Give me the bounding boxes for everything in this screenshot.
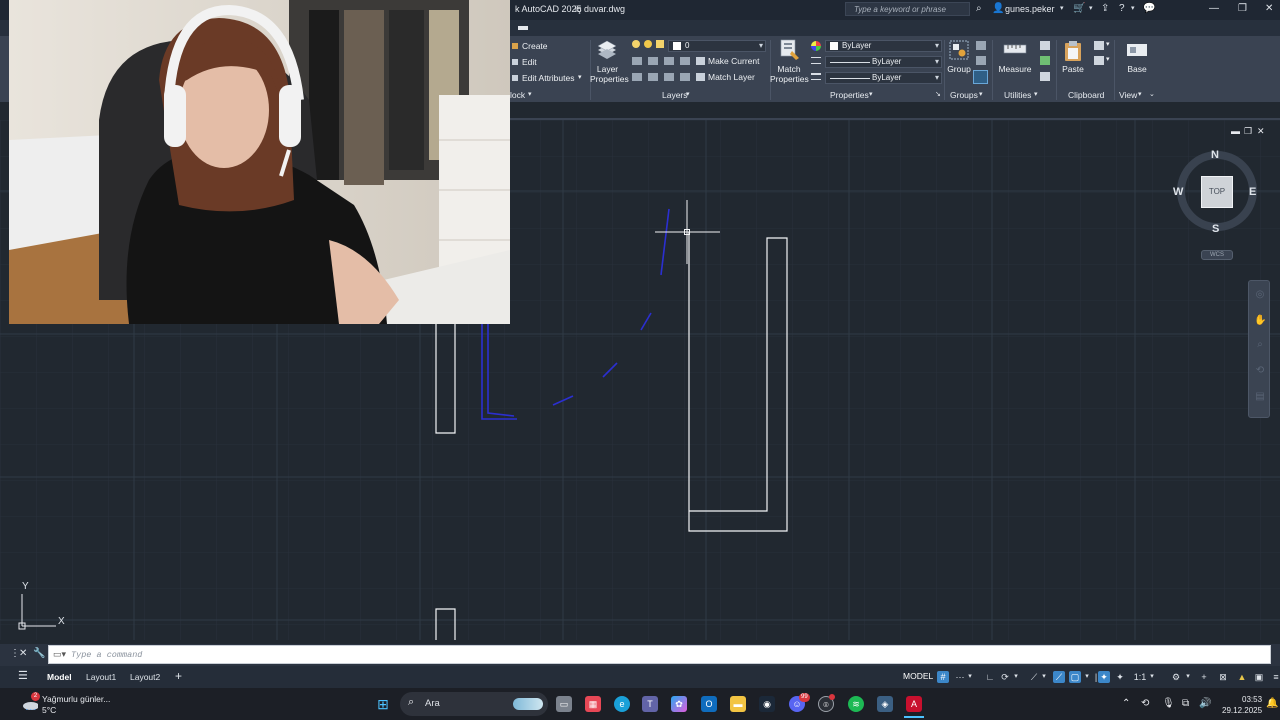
grid-toggle-icon[interactable]: # xyxy=(937,671,949,683)
command-input[interactable]: ▭▾ Type a command xyxy=(48,645,1271,664)
ucs-y-label: Y xyxy=(22,581,29,592)
webcam-feed-image xyxy=(9,0,510,324)
model-space-toggle[interactable]: MODEL xyxy=(903,671,933,681)
teams-icon[interactable]: T xyxy=(642,696,658,712)
add-icon[interactable]: + xyxy=(1198,671,1210,683)
weather-alert-badge: 2 xyxy=(31,692,40,701)
windows-taskbar xyxy=(0,688,1280,720)
settings-gear-icon[interactable]: ⚙ xyxy=(1170,671,1182,683)
viewport-minimize-icon[interactable]: ▬ xyxy=(1231,126,1240,136)
autocad-window: k AutoCAD 2025 iç duvar.dwg ▸ Type a key… xyxy=(0,0,1280,720)
discord-badge: 99 xyxy=(799,693,810,702)
customize-wrench-icon[interactable]: 🔧 xyxy=(33,648,45,659)
tab-layout1[interactable]: Layout1 xyxy=(86,672,116,682)
polar-icon[interactable]: ⟳ xyxy=(999,671,1011,683)
chevron-down-icon[interactable]: ▾ xyxy=(1040,671,1048,683)
search-icon: ⌕ xyxy=(408,696,415,708)
customization-icon[interactable]: ≡ xyxy=(1270,671,1280,683)
store-icon[interactable]: ▦ xyxy=(585,696,601,712)
compass-east[interactable]: E xyxy=(1249,186,1256,198)
compass-south[interactable]: S xyxy=(1212,223,1219,235)
scale-value[interactable]: 1:1 xyxy=(1131,671,1149,683)
annotation-scale-icon[interactable]: ✦ xyxy=(1098,671,1110,683)
viewport-close-icon[interactable]: ✕ xyxy=(1257,126,1265,137)
weather-widget[interactable]: Yağmurlu günler... 5°C xyxy=(42,694,110,716)
showmotion-icon[interactable]: ▤ xyxy=(1254,391,1266,403)
command-prompt-icon[interactable]: ▭▾ xyxy=(53,649,66,660)
clock-time: 03:53 xyxy=(1242,695,1263,704)
ortho-icon[interactable]: ∟ xyxy=(984,671,996,683)
show-hidden-icons[interactable]: ⌃ xyxy=(1122,698,1130,709)
taskbar-search-label: Ara xyxy=(425,698,440,709)
steering-wheel-icon[interactable]: ◎ xyxy=(1254,289,1266,301)
autocad-taskbar-icon[interactable]: A xyxy=(906,696,922,712)
orbit-icon[interactable]: ⟲ xyxy=(1254,365,1266,377)
volume-icon[interactable]: 🔊 xyxy=(1199,698,1211,709)
compass-north[interactable]: N xyxy=(1211,149,1219,161)
viewport-restore-icon[interactable]: ❐ xyxy=(1244,126,1252,137)
object-snap-icon[interactable]: ▢ xyxy=(1069,671,1081,683)
sync-icon[interactable]: ⟲ xyxy=(1141,698,1149,709)
network-icon[interactable]: ⧉ xyxy=(1182,698,1189,709)
compass-west[interactable]: W xyxy=(1173,186,1183,198)
chevron-down-icon[interactable]: ▾ xyxy=(1184,671,1192,683)
taskbar-clock[interactable]: 03:53 29.12.2025 xyxy=(1222,694,1262,716)
notification-dot xyxy=(829,694,835,700)
microphone-icon[interactable]: 🎙 xyxy=(1162,698,1175,709)
navigation-bar: ◎ ✋ ⌕ ⟲ ▤ xyxy=(1248,280,1270,418)
task-view-icon[interactable]: ▭ xyxy=(556,696,572,712)
zoom-icon[interactable]: ⌕ xyxy=(1254,339,1266,351)
edge-icon[interactable]: e xyxy=(614,696,630,712)
weather-temp: 5°C xyxy=(42,705,57,715)
isolate-objects-icon[interactable]: ⊠ xyxy=(1217,671,1229,683)
object-snap-tracking-icon[interactable]: ⟋ xyxy=(1053,671,1065,683)
hardware-acceleration-icon[interactable]: ▲ xyxy=(1236,671,1248,683)
notifications-icon[interactable]: 🔔 xyxy=(1266,698,1278,709)
clean-screen-icon[interactable]: ▣ xyxy=(1253,671,1265,683)
close-command-icon[interactable]: ✕ xyxy=(19,648,27,659)
chevron-down-icon[interactable]: ▾ xyxy=(966,671,974,683)
active-app-indicator xyxy=(904,716,924,718)
taskbar-search[interactable]: ⌕ Ara xyxy=(400,692,548,716)
windows-start-icon[interactable]: ⊞ xyxy=(375,696,391,712)
ucs-x-label: X xyxy=(58,616,65,627)
menu-icon[interactable]: ☰ xyxy=(18,669,28,682)
pan-icon[interactable]: ✋ xyxy=(1254,315,1266,327)
steam-icon[interactable]: ◉ xyxy=(759,696,775,712)
command-placeholder: Type a command xyxy=(71,650,143,660)
copilot-icon[interactable]: ✿ xyxy=(671,696,687,712)
tab-model[interactable]: Model xyxy=(47,672,72,682)
snap-icon[interactable]: ⋯ xyxy=(954,671,966,683)
isodraft-icon[interactable]: ⟋ xyxy=(1028,671,1040,683)
file-explorer-icon[interactable]: ▬ xyxy=(730,696,746,712)
spotify-icon[interactable]: ≋ xyxy=(848,696,864,712)
clock-date: 29.12.2025 xyxy=(1222,706,1263,715)
chevron-down-icon[interactable]: ▾ xyxy=(1148,671,1156,683)
add-layout-icon[interactable]: + xyxy=(175,669,182,683)
app-icon[interactable]: ◈ xyxy=(877,696,893,712)
wcs-menu[interactable]: WCS xyxy=(1201,250,1233,260)
search-highlight-icon xyxy=(513,698,543,710)
annotation-visibility-icon[interactable]: ✦ xyxy=(1114,671,1126,683)
tab-layout2[interactable]: Layout2 xyxy=(130,672,160,682)
webcam-overlay xyxy=(9,0,510,324)
weather-title: Yağmurlu günler... xyxy=(42,694,111,704)
chevron-down-icon[interactable]: ▾ xyxy=(1012,671,1020,683)
viewcube-top-face[interactable]: TOP xyxy=(1201,176,1233,208)
outlook-icon[interactable]: O xyxy=(701,696,717,712)
chevron-down-icon[interactable]: ▾ xyxy=(1083,671,1091,683)
